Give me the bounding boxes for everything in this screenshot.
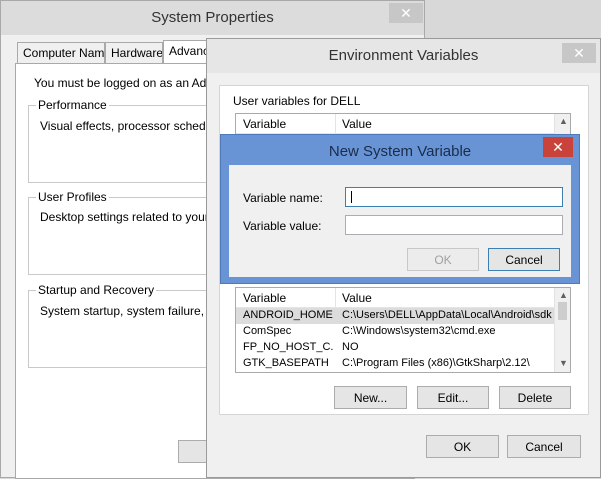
system-variables-list[interactable]: Variable Value ANDROID_HOME C:\Users\DEL… bbox=[235, 287, 571, 373]
admin-note: You must be logged on as an Administrato… bbox=[34, 76, 224, 90]
environment-variables-title: Environment Variables bbox=[328, 47, 479, 64]
text-caret bbox=[351, 191, 352, 203]
close-icon: ✕ bbox=[573, 44, 585, 61]
row-variable: ComSpec bbox=[243, 325, 292, 337]
system-edit-button[interactable]: Edit... bbox=[417, 386, 489, 409]
user-col-value[interactable]: Value bbox=[342, 117, 372, 131]
user-profiles-title: User Profiles bbox=[36, 190, 109, 204]
table-row[interactable]: ComSpec C:\Windows\system32\cmd.exe bbox=[236, 324, 554, 340]
chevron-up-icon[interactable]: ▲ bbox=[559, 290, 568, 300]
row-variable: FP_NO_HOST_C... bbox=[243, 341, 333, 353]
system-delete-button[interactable]: Delete bbox=[499, 386, 571, 409]
scrollbar-thumb[interactable] bbox=[558, 302, 567, 320]
close-icon: ✕ bbox=[552, 138, 564, 155]
system-col-variable[interactable]: Variable bbox=[243, 291, 286, 305]
table-row[interactable]: FP_NO_HOST_C... NO bbox=[236, 340, 554, 356]
system-properties-close-button[interactable]: ✕ bbox=[389, 3, 423, 23]
tab-computer-name[interactable]: Computer Name bbox=[17, 42, 105, 63]
new-variable-title: New System Variable bbox=[328, 143, 472, 160]
close-icon: ✕ bbox=[400, 4, 412, 21]
system-list-scrollbar[interactable]: ▲ ▼ bbox=[554, 288, 570, 372]
chevron-up-icon[interactable]: ▲ bbox=[559, 116, 568, 126]
row-value: NO bbox=[342, 341, 359, 353]
table-row[interactable]: GTK_BASEPATH C:\Program Files (x86)\GtkS… bbox=[236, 356, 554, 372]
env-ok-button[interactable]: OK bbox=[426, 435, 499, 458]
performance-text: Visual effects, processor scheduling, me… bbox=[40, 119, 218, 133]
tab-advanced[interactable]: Advanced bbox=[163, 40, 207, 63]
system-col-value[interactable]: Value bbox=[342, 291, 372, 305]
chevron-down-icon[interactable]: ▼ bbox=[559, 358, 568, 368]
environment-variables-close-button[interactable]: ✕ bbox=[562, 43, 596, 63]
row-value: C:\Windows\system32\cmd.exe bbox=[342, 325, 496, 337]
new-variable-ok-button[interactable]: OK bbox=[407, 248, 479, 271]
row-value: C:\Users\DELL\AppData\Local\Android\sdk bbox=[342, 309, 552, 321]
startup-recovery-text: System startup, system failure, and debu… bbox=[40, 304, 218, 318]
variable-value-label: Variable value: bbox=[243, 219, 322, 233]
env-cancel-button[interactable]: Cancel bbox=[507, 435, 581, 458]
row-variable: ANDROID_HOME bbox=[243, 309, 333, 321]
row-variable: GTK_BASEPATH bbox=[243, 357, 329, 369]
user-col-variable[interactable]: Variable bbox=[243, 117, 286, 131]
tab-hardware[interactable]: Hardware bbox=[105, 42, 163, 63]
system-new-button[interactable]: New... bbox=[334, 386, 407, 409]
new-system-variable-dialog: New System Variable ✕ Variable name: Var… bbox=[220, 134, 580, 284]
variable-value-field[interactable] bbox=[345, 215, 563, 235]
user-profiles-text: Desktop settings related to your sign-in bbox=[40, 210, 218, 224]
user-variables-label: User variables for DELL bbox=[233, 94, 361, 108]
system-properties-title: System Properties bbox=[151, 9, 274, 26]
table-row[interactable]: ANDROID_HOME C:\Users\DELL\AppData\Local… bbox=[236, 308, 554, 324]
variable-name-label: Variable name: bbox=[243, 191, 323, 205]
new-variable-body: Variable name: Variable value: OK Cancel bbox=[229, 165, 571, 277]
variable-name-field[interactable] bbox=[345, 187, 563, 207]
new-variable-cancel-button[interactable]: Cancel bbox=[488, 248, 560, 271]
new-variable-close-button[interactable]: ✕ bbox=[543, 137, 573, 157]
startup-recovery-title: Startup and Recovery bbox=[36, 283, 157, 297]
row-value: C:\Program Files (x86)\GtkSharp\2.12\ bbox=[342, 357, 530, 369]
performance-title: Performance bbox=[36, 98, 109, 112]
